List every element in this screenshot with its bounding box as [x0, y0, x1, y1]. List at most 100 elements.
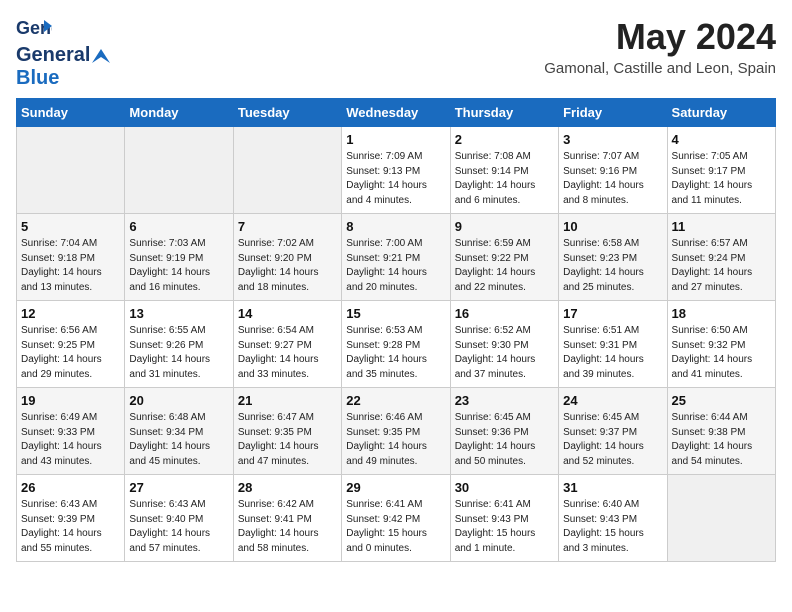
day-number: 6	[129, 219, 228, 234]
day-number: 28	[238, 480, 337, 495]
calendar-body: 1Sunrise: 7:09 AM Sunset: 9:13 PM Daylig…	[17, 127, 776, 562]
day-cell: 21 Sunrise: 6:47 AM Sunset: 9:35 PM Dayli…	[233, 388, 341, 475]
day-info: Sunrise: 6:54 AM Sunset: 9:27 PM Dayligh…	[238, 324, 337, 382]
day-number: 15	[346, 306, 445, 321]
day-info: Sunrise: 6:47 AM Sunset: 9:35 PM Dayligh…	[238, 411, 337, 469]
day-number: 4	[672, 132, 771, 147]
day-cell: 17 Sunrise: 6:51 AM Sunset: 9:31 PM Dayli…	[559, 301, 667, 388]
day-cell: 25 Sunrise: 6:44 AM Sunset: 9:38 PM Dayli…	[667, 388, 775, 475]
day-number: 14	[238, 306, 337, 321]
weekday-header-row: SundayMondayTuesdayWednesdayThursdayFrid…	[17, 99, 776, 127]
day-info: Sunrise: 6:50 AM Sunset: 9:32 PM Dayligh…	[672, 324, 771, 382]
weekday-thursday: Thursday	[450, 99, 558, 127]
day-info: Sunrise: 6:52 AM Sunset: 9:30 PM Dayligh…	[455, 324, 554, 382]
day-cell: 14 Sunrise: 6:54 AM Sunset: 9:27 PM Dayli…	[233, 301, 341, 388]
day-cell: 8 Sunrise: 7:00 AM Sunset: 9:21 PM Daylig…	[342, 214, 450, 301]
day-info: Sunrise: 6:41 AM Sunset: 9:43 PM Dayligh…	[455, 498, 554, 556]
logo-blue: Blue	[16, 67, 59, 89]
day-info: Sunrise: 6:45 AM Sunset: 9:36 PM Dayligh…	[455, 411, 554, 469]
weekday-friday: Friday	[559, 99, 667, 127]
title-block: May 2024 Gamonal, Castille and Leon, Spa…	[544, 16, 776, 77]
day-info: Sunrise: 6:55 AM Sunset: 9:26 PM Dayligh…	[129, 324, 228, 382]
week-row-1: 1Sunrise: 7:09 AM Sunset: 9:13 PM Daylig…	[17, 127, 776, 214]
day-number: 29	[346, 480, 445, 495]
day-cell: 12Sunrise: 6:56 AM Sunset: 9:25 PM Dayli…	[17, 301, 125, 388]
weekday-saturday: Saturday	[667, 99, 775, 127]
day-number: 18	[672, 306, 771, 321]
day-cell: 16 Sunrise: 6:52 AM Sunset: 9:30 PM Dayli…	[450, 301, 558, 388]
day-cell: 3Sunrise: 7:07 AM Sunset: 9:16 PM Daylig…	[559, 127, 667, 214]
day-cell	[17, 127, 125, 214]
day-number: 2	[455, 132, 554, 147]
day-cell: 6 Sunrise: 7:03 AM Sunset: 9:19 PM Daylig…	[125, 214, 233, 301]
day-info: Sunrise: 6:44 AM Sunset: 9:38 PM Dayligh…	[672, 411, 771, 469]
day-number: 27	[129, 480, 228, 495]
day-number: 8	[346, 219, 445, 234]
weekday-tuesday: Tuesday	[233, 99, 341, 127]
day-info: Sunrise: 7:04 AM Sunset: 9:18 PM Dayligh…	[21, 237, 120, 295]
day-cell: 1Sunrise: 7:09 AM Sunset: 9:13 PM Daylig…	[342, 127, 450, 214]
day-number: 13	[129, 306, 228, 321]
day-info: Sunrise: 6:43 AM Sunset: 9:40 PM Dayligh…	[129, 498, 228, 556]
day-info: Sunrise: 7:00 AM Sunset: 9:21 PM Dayligh…	[346, 237, 445, 295]
day-info: Sunrise: 7:07 AM Sunset: 9:16 PM Dayligh…	[563, 150, 662, 208]
day-number: 30	[455, 480, 554, 495]
day-info: Sunrise: 7:02 AM Sunset: 9:20 PM Dayligh…	[238, 237, 337, 295]
day-number: 5	[21, 219, 120, 234]
day-number: 17	[563, 306, 662, 321]
day-cell: 10 Sunrise: 6:58 AM Sunset: 9:23 PM Dayli…	[559, 214, 667, 301]
logo-icon: General	[16, 16, 52, 44]
calendar-table: SundayMondayTuesdayWednesdayThursdayFrid…	[16, 98, 776, 562]
week-row-4: 19Sunrise: 6:49 AM Sunset: 9:33 PM Dayli…	[17, 388, 776, 475]
day-number: 24	[563, 393, 662, 408]
day-cell: 2 Sunrise: 7:08 AM Sunset: 9:14 PM Daylig…	[450, 127, 558, 214]
day-number: 22	[346, 393, 445, 408]
day-cell: 31 Sunrise: 6:40 AM Sunset: 9:43 PM Dayli…	[559, 475, 667, 562]
main-title: May 2024	[544, 16, 776, 58]
day-number: 16	[455, 306, 554, 321]
day-number: 26	[21, 480, 120, 495]
day-info: Sunrise: 6:43 AM Sunset: 9:39 PM Dayligh…	[21, 498, 120, 556]
day-cell: 5 Sunrise: 7:04 AM Sunset: 9:18 PM Daylig…	[17, 214, 125, 301]
day-cell: 23 Sunrise: 6:45 AM Sunset: 9:36 PM Dayli…	[450, 388, 558, 475]
day-cell: 26 Sunrise: 6:43 AM Sunset: 9:39 PM Dayli…	[17, 475, 125, 562]
day-cell: 13 Sunrise: 6:55 AM Sunset: 9:26 PM Dayli…	[125, 301, 233, 388]
day-cell: 22 Sunrise: 6:46 AM Sunset: 9:35 PM Dayli…	[342, 388, 450, 475]
day-cell: 19Sunrise: 6:49 AM Sunset: 9:33 PM Dayli…	[17, 388, 125, 475]
day-cell: 7Sunrise: 7:02 AM Sunset: 9:20 PM Daylig…	[233, 214, 341, 301]
day-info: Sunrise: 7:08 AM Sunset: 9:14 PM Dayligh…	[455, 150, 554, 208]
day-info: Sunrise: 6:42 AM Sunset: 9:41 PM Dayligh…	[238, 498, 337, 556]
day-info: Sunrise: 6:45 AM Sunset: 9:37 PM Dayligh…	[563, 411, 662, 469]
week-row-5: 26 Sunrise: 6:43 AM Sunset: 9:39 PM Dayli…	[17, 475, 776, 562]
week-row-2: 5 Sunrise: 7:04 AM Sunset: 9:18 PM Daylig…	[17, 214, 776, 301]
day-info: Sunrise: 6:57 AM Sunset: 9:24 PM Dayligh…	[672, 237, 771, 295]
day-number: 19	[21, 393, 120, 408]
day-info: Sunrise: 6:48 AM Sunset: 9:34 PM Dayligh…	[129, 411, 228, 469]
day-cell: 11 Sunrise: 6:57 AM Sunset: 9:24 PM Dayli…	[667, 214, 775, 301]
day-cell: 24 Sunrise: 6:45 AM Sunset: 9:37 PM Dayli…	[559, 388, 667, 475]
logo: General General Blue	[16, 16, 112, 90]
day-number: 9	[455, 219, 554, 234]
day-cell: 29 Sunrise: 6:41 AM Sunset: 9:42 PM Dayli…	[342, 475, 450, 562]
day-info: Sunrise: 6:41 AM Sunset: 9:42 PM Dayligh…	[346, 498, 445, 556]
day-cell: 30 Sunrise: 6:41 AM Sunset: 9:43 PM Dayli…	[450, 475, 558, 562]
day-info: Sunrise: 7:03 AM Sunset: 9:19 PM Dayligh…	[129, 237, 228, 295]
week-row-3: 12Sunrise: 6:56 AM Sunset: 9:25 PM Dayli…	[17, 301, 776, 388]
day-number: 11	[672, 219, 771, 234]
day-info: Sunrise: 7:09 AM Sunset: 9:13 PM Dayligh…	[346, 150, 445, 208]
day-cell: 20Sunrise: 6:48 AM Sunset: 9:34 PM Dayli…	[125, 388, 233, 475]
day-cell: 4Sunrise: 7:05 AM Sunset: 9:17 PM Daylig…	[667, 127, 775, 214]
day-number: 10	[563, 219, 662, 234]
day-info: Sunrise: 6:46 AM Sunset: 9:35 PM Dayligh…	[346, 411, 445, 469]
day-info: Sunrise: 6:59 AM Sunset: 9:22 PM Dayligh…	[455, 237, 554, 295]
day-number: 21	[238, 393, 337, 408]
day-number: 31	[563, 480, 662, 495]
day-number: 23	[455, 393, 554, 408]
weekday-monday: Monday	[125, 99, 233, 127]
day-info: Sunrise: 6:58 AM Sunset: 9:23 PM Dayligh…	[563, 237, 662, 295]
logo-general: General	[16, 44, 90, 67]
subtitle: Gamonal, Castille and Leon, Spain	[544, 60, 776, 77]
day-number: 25	[672, 393, 771, 408]
day-info: Sunrise: 6:51 AM Sunset: 9:31 PM Dayligh…	[563, 324, 662, 382]
day-info: Sunrise: 6:40 AM Sunset: 9:43 PM Dayligh…	[563, 498, 662, 556]
